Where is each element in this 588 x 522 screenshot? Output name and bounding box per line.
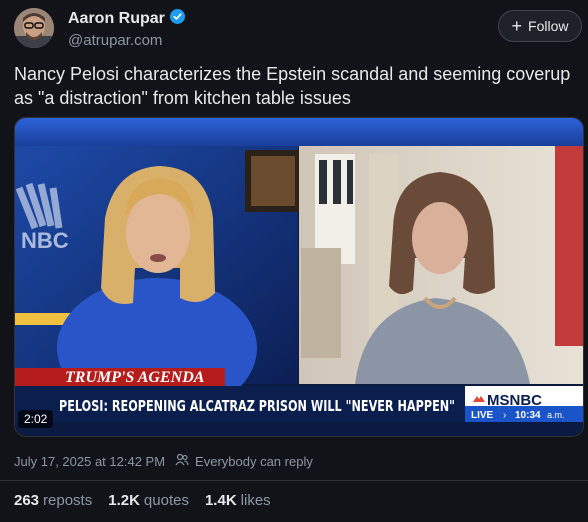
post-header: Aaron Rupar @atrupar.com + Follow — [14, 6, 582, 54]
post-timestamp[interactable]: July 17, 2025 at 12:42 PM — [14, 454, 165, 469]
svg-text:›: › — [503, 410, 506, 421]
follow-button[interactable]: + Follow — [498, 10, 582, 42]
live-time: 10:34 — [515, 410, 541, 421]
divider — [0, 480, 588, 481]
reposts-count: 263 — [14, 492, 40, 509]
follow-label: Follow — [528, 18, 569, 34]
author-handle[interactable]: @atrupar.com — [68, 32, 162, 49]
likes-count: 1.4K — [204, 492, 237, 509]
live-indicator: LIVE › 10:34 a.m. — [471, 410, 565, 421]
video-frame: NBC TRUMP'S AGENDA PELOSI: REOPENING ALC… — [15, 118, 583, 436]
post-meta: July 17, 2025 at 12:42 PM Everybody can … — [14, 453, 313, 469]
quotes-label: quotes — [143, 492, 189, 509]
author-avatar[interactable] — [14, 8, 54, 48]
reply-setting: Everybody can reply — [195, 453, 313, 469]
headline-text: PELOSI: REOPENING ALCATRAZ PRISON WILL "… — [59, 397, 455, 415]
show-title: TRUMP'S AGENDA — [65, 369, 205, 386]
nbc-watermark: NBC — [21, 228, 69, 253]
video-duration: 2:02 — [18, 410, 54, 428]
plus-icon: + — [511, 16, 523, 36]
likes-stat[interactable]: 1.4K likes — [205, 492, 271, 509]
people-icon — [175, 453, 189, 469]
show-title-text: TRUMP'S AGENDA — [65, 369, 205, 386]
live-label: LIVE — [471, 410, 494, 421]
engagement-stats: 263 reposts 1.2K quotes 1.4K likes — [14, 492, 271, 509]
author-name[interactable]: Aaron Rupar — [68, 10, 165, 28]
verified-badge-icon — [169, 9, 185, 29]
live-ampm: a.m. — [547, 410, 565, 420]
reposts-label: reposts — [43, 492, 93, 509]
video-player[interactable]: NBC TRUMP'S AGENDA PELOSI: REOPENING ALC… — [14, 117, 584, 437]
reposts-stat[interactable]: 263 reposts — [14, 492, 92, 509]
likes-label: likes — [240, 492, 271, 509]
post-text: Nancy Pelosi characterizes the Epstein s… — [14, 64, 571, 108]
headline: PELOSI: REOPENING ALCATRAZ PRISON WILL "… — [59, 397, 455, 415]
quotes-count: 1.2K — [108, 492, 140, 509]
quotes-stat[interactable]: 1.2K quotes — [108, 492, 189, 509]
svg-text:NBC: NBC — [21, 228, 69, 253]
